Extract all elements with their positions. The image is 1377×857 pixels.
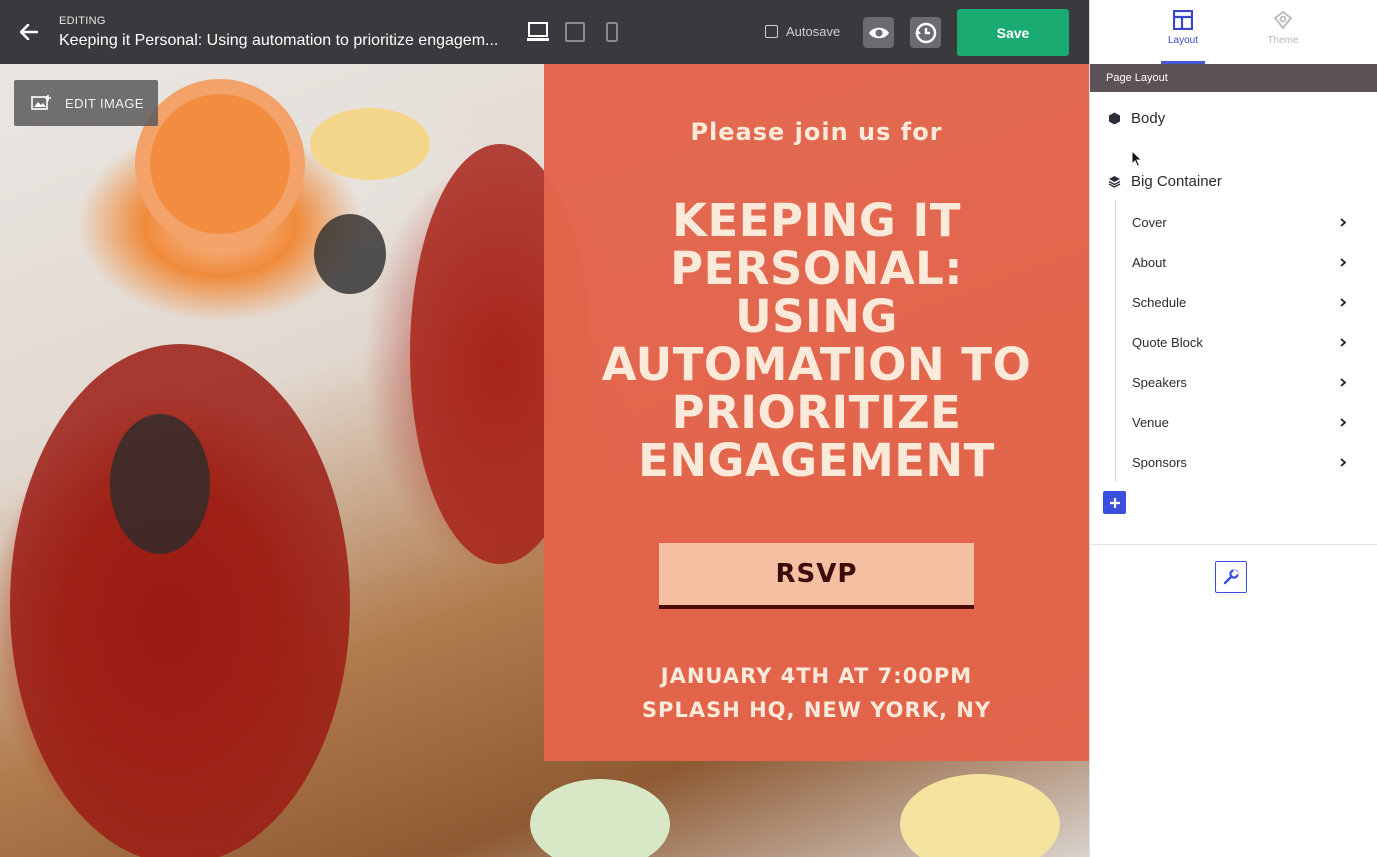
chevron-right-icon [1340,417,1346,427]
arrow-left-icon [20,24,38,40]
layout-icon [1173,10,1193,30]
back-button[interactable] [14,17,44,47]
tree-item-big-container[interactable]: Big Container [1108,173,1222,190]
layers-icon [1108,176,1121,188]
mobile-icon [606,22,618,42]
editor-topbar: EDITING Keeping it Personal: Using autom… [0,0,1089,64]
document-title: Keeping it Personal: Using automation to… [59,32,499,49]
cover-section[interactable]: Please join us for KEEPING IT PERSONAL: … [544,64,1089,761]
tree-item-label: Quote Block [1132,334,1203,350]
tree-item-label: Schedule [1132,294,1187,310]
edit-image-label: EDIT IMAGE [65,95,144,111]
eye-icon [868,27,889,38]
tree-connector [1115,200,1116,482]
chevron-right-icon [1340,337,1346,347]
tree-item-venue[interactable]: Venue [1132,411,1346,433]
tree-item-speakers[interactable]: Speakers [1132,371,1346,393]
event-date: JANUARY 4TH AT 7:00PM [660,664,973,688]
tree-item-schedule[interactable]: Schedule [1132,291,1346,313]
event-venue: SPLASH HQ, NEW YORK, NY [641,698,992,722]
theme-icon [1273,10,1293,30]
tab-theme[interactable]: Theme [1261,0,1305,64]
add-section-button[interactable] [1103,491,1126,514]
desktop-view-button[interactable] [527,21,549,43]
image-icon [31,95,51,110]
pre-title: Please join us for [690,118,943,146]
tab-layout-label: Layout [1167,35,1199,46]
rsvp-button[interactable]: RSVP [659,543,974,609]
section-header: Page Layout [1090,64,1377,92]
tree-item-label: Venue [1132,414,1169,430]
tree-item-big-container-label: Big Container [1131,173,1222,190]
plus-icon [1109,497,1120,508]
chevron-right-icon [1340,457,1346,467]
tree-item-body[interactable]: Body [1108,110,1165,127]
tree-item-label: Cover [1132,214,1167,230]
editing-label: EDITING [59,15,106,27]
cube-icon [1109,112,1120,125]
history-button[interactable] [910,17,941,48]
tree-item-label: About [1132,254,1166,270]
autosave-checkbox[interactable] [765,25,778,38]
chevron-right-icon [1340,257,1346,267]
tree-item-label: Speakers [1132,374,1187,390]
desktop-icon [527,22,549,41]
settings-button[interactable] [1215,561,1247,593]
tablet-view-button[interactable] [564,21,586,43]
autosave-label: Autosave [786,24,841,39]
tree-item-quote-block[interactable]: Quote Block [1132,331,1346,353]
mobile-view-button[interactable] [601,21,623,43]
tree-item-body-label: Body [1131,110,1166,127]
layout-panel: Layout Theme Page Layout Body Big Contai… [1089,0,1377,857]
tab-layout[interactable]: Layout [1161,0,1205,64]
preview-button[interactable] [863,17,894,48]
tree-item-cover[interactable]: Cover [1132,211,1346,233]
autosave-toggle[interactable]: Autosave [765,24,840,39]
history-icon [914,22,936,43]
chevron-right-icon [1340,297,1346,307]
mouse-cursor-icon [1131,150,1143,168]
tab-theme-label: Theme [1267,35,1299,46]
tree-item-sponsors[interactable]: Sponsors [1132,451,1346,473]
save-button[interactable]: Save [957,9,1069,56]
edit-image-button[interactable]: EDIT IMAGE [14,80,158,126]
chevron-right-icon [1340,377,1346,387]
event-headline: KEEPING IT PERSONAL: USING AUTOMATION TO… [601,194,1032,487]
chevron-right-icon [1340,217,1346,227]
wrench-icon [1223,569,1239,585]
tablet-icon [565,22,585,42]
panel-divider [1090,544,1377,545]
tree-item-about[interactable]: About [1132,251,1346,273]
tree-item-label: Sponsors [1132,454,1187,470]
page-canvas: EDIT IMAGE Please join us for KEEPING IT… [0,64,1089,857]
